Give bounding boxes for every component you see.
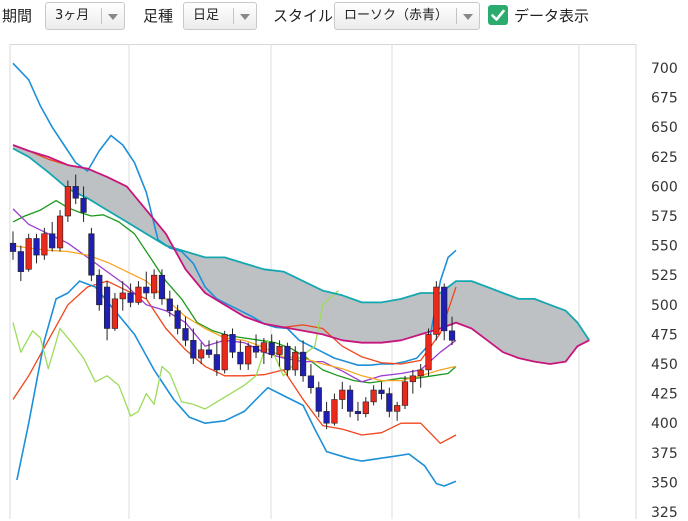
candle-body <box>182 328 189 341</box>
y-tick-label: 375 <box>651 446 678 462</box>
candle-body <box>56 215 64 249</box>
candle-body <box>409 375 416 383</box>
candle-body <box>237 351 244 365</box>
candle-body <box>151 274 158 294</box>
candle-body <box>378 389 385 394</box>
candle-body <box>17 251 24 272</box>
candle-body <box>205 349 213 355</box>
chevron-down-icon <box>240 14 250 20</box>
period-select-value: 3ヶ月 <box>55 8 90 23</box>
y-tick-label: 450 <box>651 357 678 373</box>
candle-body <box>362 401 369 415</box>
candle-body <box>433 286 440 335</box>
y-tick-label: 675 <box>651 91 678 107</box>
period-select-divider <box>101 8 102 24</box>
candle-body <box>339 389 346 400</box>
candle-body <box>88 233 95 276</box>
style-label: スタイル <box>273 7 334 25</box>
candle-body <box>292 351 299 371</box>
y-tick-label: 575 <box>651 209 678 225</box>
candle-body <box>347 389 354 412</box>
stock-chart: 700 675 650 625 600 575 550 525 500 475 450 425 400 3… <box>9 44 678 521</box>
candle-body <box>268 342 275 355</box>
candle-body <box>441 286 448 332</box>
period-label: 期間 <box>2 7 33 25</box>
candle-body <box>417 369 424 377</box>
foot-type-label: 足種 <box>143 7 174 25</box>
candle-body <box>394 405 401 412</box>
candle-body <box>401 381 409 406</box>
style-select-divider <box>456 8 457 24</box>
candle-body <box>386 393 393 412</box>
y-tick-label: 500 <box>651 298 678 314</box>
style-select[interactable]: ローソク（赤青） <box>334 2 480 30</box>
chevron-down-icon <box>108 14 118 20</box>
style-select-value: ローソク（赤青） <box>344 8 449 23</box>
data-display-checkbox[interactable] <box>488 5 508 25</box>
foot-type-select-value: 日足 <box>193 8 220 23</box>
candle-body <box>9 242 17 252</box>
candle-body <box>221 334 228 371</box>
candle-body <box>331 399 338 424</box>
candle-body <box>64 186 71 217</box>
candle-body <box>299 351 307 377</box>
candle-body <box>354 411 362 415</box>
data-display-label: データ表示 <box>514 7 590 25</box>
y-tick-label: 525 <box>651 268 678 284</box>
candle-body <box>229 334 236 353</box>
candle-body <box>252 345 260 353</box>
y-tick-label: 650 <box>651 120 678 136</box>
y-tick-label: 475 <box>651 327 678 343</box>
candle-body <box>245 345 252 365</box>
candle-body <box>103 286 111 329</box>
candle-body <box>158 274 166 300</box>
y-tick-label: 350 <box>651 475 678 491</box>
candle-body <box>323 411 330 424</box>
candle-body <box>284 345 291 371</box>
chart-toolbar: 期間 3ヶ月 足種 日足 スタイル ローソク（赤青） データ表示 <box>0 0 688 34</box>
candle-body <box>198 349 205 359</box>
candle-body <box>315 387 322 412</box>
y-tick-label: 600 <box>651 179 678 195</box>
candle-body <box>72 186 79 199</box>
candle-body <box>425 334 432 371</box>
foot-type-select[interactable]: 日足 <box>183 2 257 30</box>
candle-body <box>174 310 181 329</box>
foot-type-select-divider <box>233 8 234 24</box>
y-tick-label: 400 <box>651 416 678 432</box>
candle-body <box>127 292 134 303</box>
checkmark-icon <box>491 9 505 21</box>
candle-body <box>111 298 119 329</box>
candle-body <box>276 345 283 355</box>
candle-body <box>448 330 456 341</box>
candle-body <box>80 197 87 213</box>
candle-body <box>41 233 48 256</box>
candle-body <box>307 375 315 388</box>
y-tick-label: 550 <box>651 239 678 255</box>
candle-body <box>135 286 142 303</box>
candle-body <box>143 286 150 294</box>
chevron-down-icon <box>463 14 473 20</box>
candle-body <box>370 389 377 403</box>
period-select[interactable]: 3ヶ月 <box>45 2 125 30</box>
candle-body <box>166 298 173 312</box>
y-tick-label: 425 <box>651 387 678 403</box>
y-tick-label: 625 <box>651 150 678 166</box>
candle-body <box>49 233 56 249</box>
candle-body <box>96 274 103 306</box>
candle-body <box>213 354 220 371</box>
candle-body <box>33 238 40 256</box>
candle-body <box>25 238 32 270</box>
candle-body <box>190 340 197 359</box>
y-tick-label: 700 <box>651 61 678 77</box>
y-tick-label: 325 <box>651 505 678 521</box>
candle-body <box>119 292 126 300</box>
candle-body <box>260 342 267 353</box>
